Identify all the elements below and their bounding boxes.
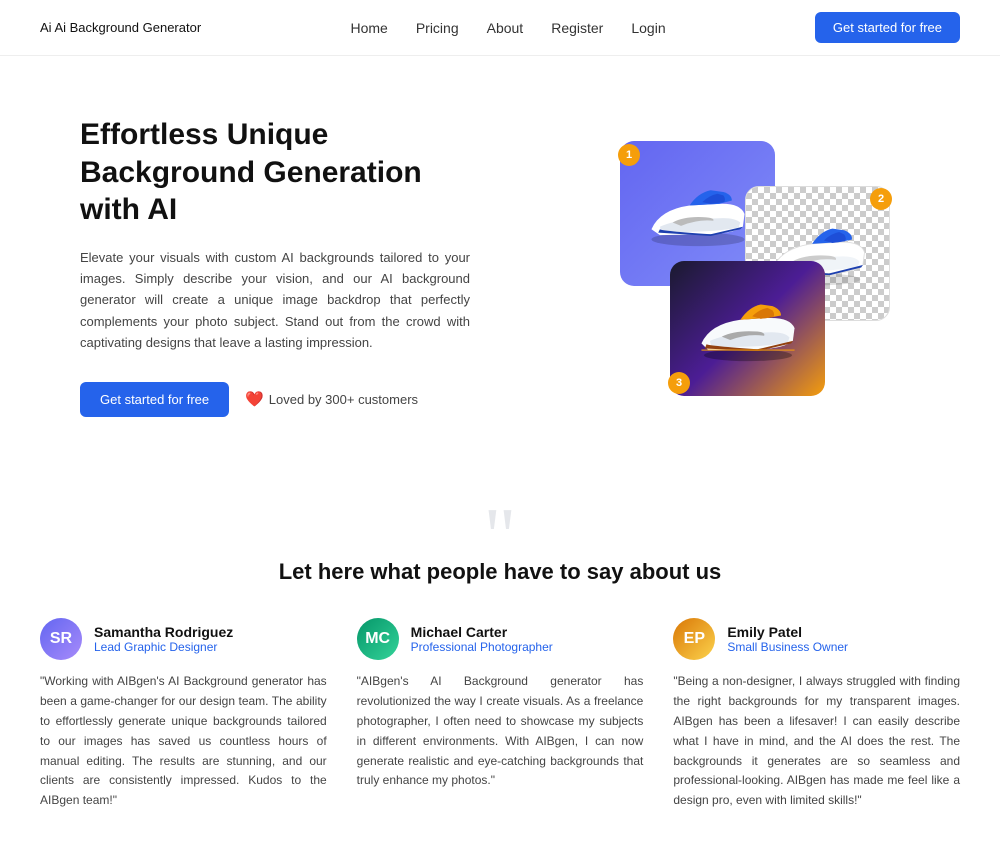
reviewer-name-3: Emily Patel <box>727 624 848 640</box>
logo-prefix: Ai <box>40 20 54 35</box>
testimonial-card-1: SR Samantha Rodriguez Lead Graphic Desig… <box>40 618 327 811</box>
testimonials-title: Let here what people have to say about u… <box>40 557 960 587</box>
reviewer-name-2: Michael Carter <box>411 624 553 640</box>
nav-pricing[interactable]: Pricing <box>416 20 459 36</box>
reviewer-info-2: Michael Carter Professional Photographer <box>411 624 553 654</box>
testimonial-card-2: MC Michael Carter Professional Photograp… <box>357 618 644 811</box>
reviewer-info-3: Emily Patel Small Business Owner <box>727 624 848 654</box>
heart-icon: ❤️ <box>245 390 264 408</box>
reviewer-row-2: MC Michael Carter Professional Photograp… <box>357 618 644 660</box>
loved-label: Loved by 300+ customers <box>269 392 418 407</box>
reviewer-row-1: SR Samantha Rodriguez Lead Graphic Desig… <box>40 618 327 660</box>
reviewer-info-1: Samantha Rodriguez Lead Graphic Designer <box>94 624 233 654</box>
nav-home[interactable]: Home <box>350 20 387 36</box>
hero-actions: Get started for free ❤️ Loved by 300+ cu… <box>80 382 470 417</box>
testimonial-card-3: EP Emily Patel Small Business Owner "Bei… <box>673 618 960 811</box>
nav-cta-button[interactable]: Get started for free <box>815 12 960 43</box>
testimonials-grid: SR Samantha Rodriguez Lead Graphic Desig… <box>40 618 960 811</box>
logo-main: Ai Background Generator <box>54 20 201 35</box>
reviewer-row-3: EP Emily Patel Small Business Owner <box>673 618 960 660</box>
hero-description: Elevate your visuals with custom AI back… <box>80 247 470 354</box>
reviewer-title-2: Professional Photographer <box>411 640 553 654</box>
testimonials-section: " Let here what people have to say about… <box>0 467 1000 861</box>
nav-links: Home Pricing About Register Login <box>350 20 665 36</box>
hero-visual: 1 2 <box>560 126 920 406</box>
nav-login[interactable]: Login <box>631 20 665 36</box>
avatar-3: EP <box>673 618 715 660</box>
nav-register[interactable]: Register <box>551 20 603 36</box>
hero-heading: Effortless Unique Background Generation … <box>80 116 470 229</box>
reviewer-name-1: Samantha Rodriguez <box>94 624 233 640</box>
shoe-svg-3 <box>693 294 803 364</box>
avatar-1: SR <box>40 618 82 660</box>
hero-text: Effortless Unique Background Generation … <box>80 116 470 417</box>
review-text-2: "AIBgen's AI Background generator has re… <box>357 672 644 791</box>
shoe-card-3 <box>670 261 825 396</box>
loved-badge: ❤️ Loved by 300+ customers <box>245 390 418 408</box>
nav-about[interactable]: About <box>487 20 524 36</box>
logo: Ai Ai Background Generator <box>40 19 201 36</box>
reviewer-title-3: Small Business Owner <box>727 640 848 654</box>
hero-section: Effortless Unique Background Generation … <box>0 56 1000 467</box>
shoe-svg-1 <box>643 179 753 249</box>
review-text-3: "Being a non-designer, I always struggle… <box>673 672 960 811</box>
review-text-1: "Working with AIBgen's AI Background gen… <box>40 672 327 811</box>
hero-cta-button[interactable]: Get started for free <box>80 382 229 417</box>
reviewer-title-1: Lead Graphic Designer <box>94 640 233 654</box>
avatar-2: MC <box>357 618 399 660</box>
navbar: Ai Ai Background Generator Home Pricing … <box>0 0 1000 56</box>
